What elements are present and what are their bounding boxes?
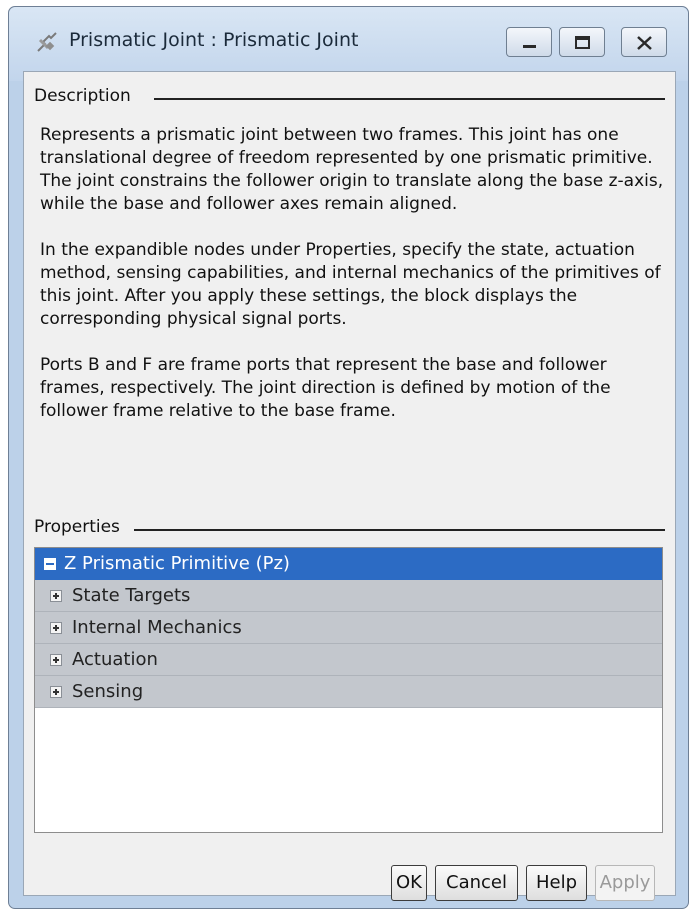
window-title: Prismatic Joint : Prismatic Joint [69,29,359,51]
tree-node-label: State Targets [72,585,191,606]
tree-node-state-targets[interactable]: State Targets [35,580,662,612]
tree-node-internal-mechanics[interactable]: Internal Mechanics [35,612,662,644]
expand-icon[interactable] [50,590,62,602]
prismatic-joint-icon [35,31,59,55]
tree-node-label: Sensing [72,681,144,702]
dialog-window: Prismatic Joint : Prismatic Joint Descri… [8,6,689,909]
help-button[interactable]: Help [526,865,587,901]
tree-node-actuation[interactable]: Actuation [35,644,662,676]
properties-heading: Properties [34,517,124,537]
collapse-icon[interactable] [44,558,56,570]
description-heading: Description [34,86,135,106]
minimize-icon [523,45,536,48]
title-bar[interactable]: Prismatic Joint : Prismatic Joint [9,7,688,81]
tree-node-sensing[interactable]: Sensing [35,676,662,708]
description-paragraph: Represents a prismatic joint between two… [40,125,664,214]
maximize-button[interactable] [559,27,605,57]
properties-tree[interactable]: Z Prismatic Primitive (Pz) State Targets… [34,547,663,833]
tree-node-label: Z Prismatic Primitive (Pz) [64,553,290,574]
properties-divider [134,529,665,531]
close-icon [637,36,652,50]
maximize-icon [575,36,590,49]
tree-node-label: Actuation [72,649,158,670]
description-paragraph: In the expandible nodes under Properties… [40,240,661,329]
dialog-body: Description Represents a prismatic joint… [23,71,676,901]
ok-button[interactable]: OK [391,865,427,901]
description-text: Represents a prismatic joint between two… [40,124,664,423]
apply-button[interactable]: Apply [595,865,655,901]
description-divider [154,98,665,100]
expand-icon[interactable] [50,654,62,666]
expand-icon[interactable] [50,622,62,634]
description-paragraph: Ports B and F are frame ports that repre… [40,355,611,421]
cancel-button[interactable]: Cancel [435,865,518,901]
tree-node-z-prismatic-primitive[interactable]: Z Prismatic Primitive (Pz) [35,548,662,580]
minimize-button[interactable] [506,27,552,57]
close-button[interactable] [621,27,667,57]
tree-node-label: Internal Mechanics [72,617,242,638]
expand-icon[interactable] [50,686,62,698]
